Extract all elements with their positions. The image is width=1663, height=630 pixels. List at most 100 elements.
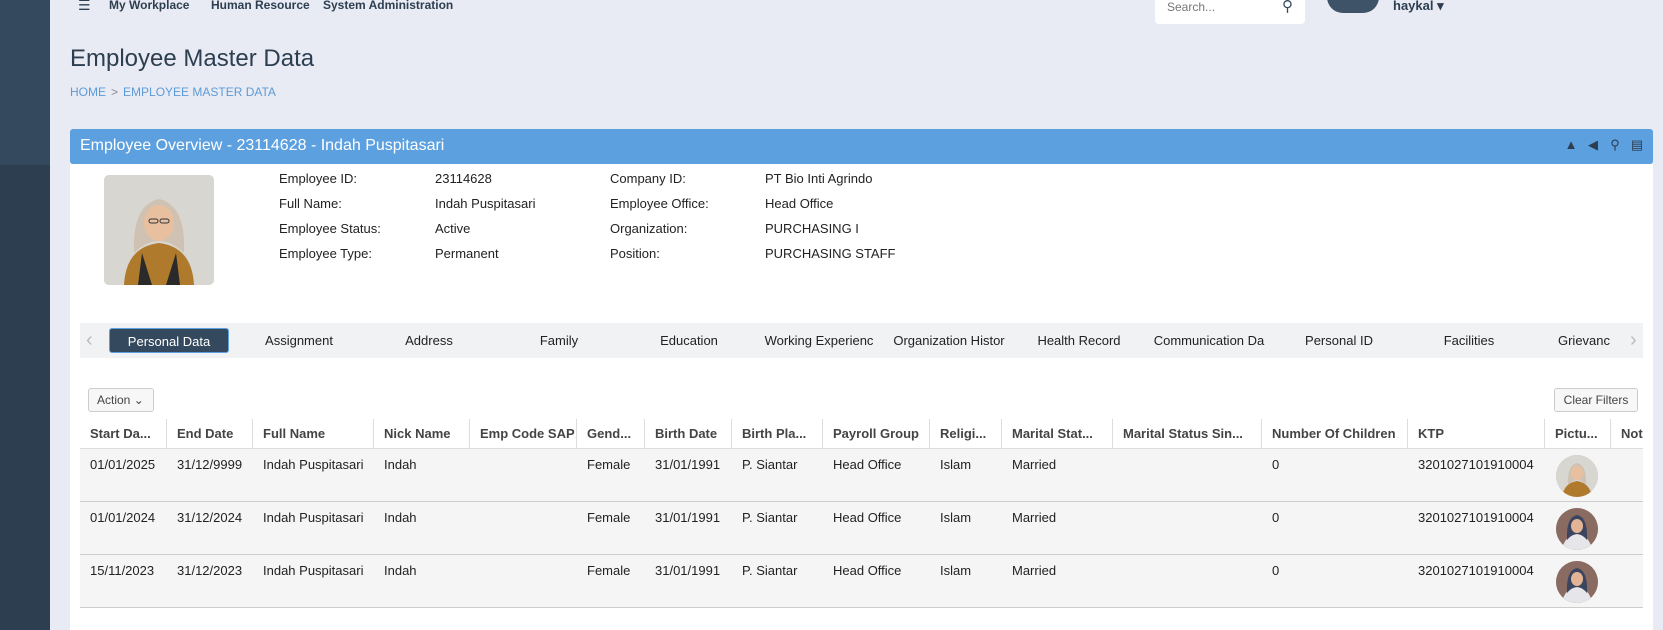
cell-end-date: 31/12/9999 [177, 457, 243, 472]
cell-religion: Islam [940, 510, 972, 525]
grid-header: Start Da... End Date Full Name Nick Name… [80, 419, 1643, 449]
top-nav: ☰ My Workplace Human Resource System Adm… [50, 0, 1663, 24]
tab-personal-data[interactable]: Personal Data [109, 328, 229, 353]
table-row[interactable]: 01/01/2025 31/12/9999 Indah Puspitasari … [80, 449, 1643, 502]
col-birth-date[interactable]: Birth Date [645, 419, 732, 449]
breadcrumb-home[interactable]: HOME [70, 85, 106, 99]
nav-system-administration[interactable]: System Administration [323, 0, 453, 12]
picture-thumbnail[interactable] [1556, 455, 1598, 497]
col-full-name[interactable]: Full Name [253, 419, 374, 449]
cell-ktp: 3201027101910004 [1418, 457, 1534, 472]
employee-status-label: Employee Status: [279, 221, 381, 236]
cell-birth-place: P. Siantar [742, 457, 798, 472]
tab-family[interactable]: Family [499, 328, 619, 353]
thumbnail-portrait [1556, 561, 1598, 603]
cell-number-of-children: 0 [1272, 510, 1280, 525]
cell-marital-status: Married [1012, 510, 1057, 525]
col-start-date[interactable]: Start Da... [80, 419, 167, 449]
picture-thumbnail[interactable] [1556, 561, 1598, 603]
col-ktp[interactable]: KTP [1408, 419, 1545, 449]
tabs-next-arrow-icon[interactable]: › [1630, 328, 1637, 352]
col-religion[interactable]: Religi... [930, 419, 1002, 449]
cell-birth-date: 31/01/1991 [655, 457, 721, 472]
tab-assignment[interactable]: Assignment [239, 328, 359, 353]
cell-birth-place: P. Siantar [742, 563, 798, 578]
cell-payroll-group: Head Office [833, 510, 902, 525]
table-row[interactable]: 15/11/2023 31/12/2023 Indah Puspitasari … [80, 555, 1643, 608]
panel-title: Employee Overview - 23114628 - Indah Pus… [80, 137, 445, 154]
table-row[interactable]: 01/01/2024 31/12/2024 Indah Puspitasari … [80, 502, 1643, 555]
organization-label: Organization: [610, 221, 688, 236]
cell-birth-date: 31/01/1991 [655, 563, 721, 578]
collapse-icon[interactable]: ▲ [1563, 136, 1579, 154]
tab-grievance[interactable]: Grievanc [1539, 328, 1629, 353]
cell-ktp: 3201027101910004 [1418, 510, 1534, 525]
clear-filters-button[interactable]: Clear Filters [1554, 388, 1638, 412]
tab-personal-id[interactable]: Personal ID [1279, 328, 1399, 353]
col-gender[interactable]: Gend... [577, 419, 645, 449]
user-avatar[interactable] [1327, 0, 1379, 13]
cell-marital-status: Married [1012, 457, 1057, 472]
col-payroll-group[interactable]: Payroll Group [823, 419, 930, 449]
col-marital-status[interactable]: Marital Stat... [1002, 419, 1113, 449]
tab-facilities[interactable]: Facilities [1409, 328, 1529, 353]
back-icon[interactable]: ◀ [1585, 136, 1601, 154]
user-name: haykal [1393, 0, 1434, 13]
action-label: Action [97, 393, 131, 407]
tab-communication-data[interactable]: Communication Da [1149, 328, 1269, 353]
cell-nick-name: Indah [384, 563, 417, 578]
cell-end-date: 31/12/2023 [177, 563, 243, 578]
tab-organization-history[interactable]: Organization Histor [889, 328, 1009, 353]
employee-office-value: Head Office [765, 196, 834, 211]
search-icon[interactable]: ⚲ [1282, 0, 1293, 15]
organization-value: PURCHASING I [765, 221, 859, 236]
tab-health-record[interactable]: Health Record [1019, 328, 1139, 353]
col-nick-name[interactable]: Nick Name [374, 419, 470, 449]
tab-working-experience[interactable]: Working Experienc [759, 328, 879, 353]
company-id-label: Company ID: [610, 171, 686, 186]
panel-body: Employee ID: 23114628 Full Name: Indah P… [70, 164, 1653, 630]
search-icon[interactable]: ⚲ [1607, 136, 1623, 154]
cell-gender: Female [587, 510, 631, 525]
breadcrumb-current[interactable]: EMPLOYEE MASTER DATA [123, 85, 276, 99]
col-number-of-children[interactable]: Number Of Children [1262, 419, 1408, 449]
employee-overview-header: Employee Overview - 23114628 - Indah Pus… [70, 129, 1653, 164]
tab-education[interactable]: Education [629, 328, 749, 353]
sidebar-upper [0, 0, 50, 165]
col-picture[interactable]: Pictu... [1545, 419, 1611, 449]
search-input[interactable]: Search... ⚲ [1155, 0, 1305, 24]
personal-data-grid: Start Da... End Date Full Name Nick Name… [80, 419, 1643, 609]
cell-birth-date: 31/01/1991 [655, 510, 721, 525]
cell-gender: Female [587, 563, 631, 578]
user-menu[interactable]: haykal ▾ [1393, 0, 1444, 14]
employee-photo-portrait [104, 175, 214, 285]
cell-start-date: 01/01/2025 [90, 457, 156, 472]
col-notes[interactable]: Not [1611, 419, 1643, 449]
cell-marital-status: Married [1012, 563, 1057, 578]
employee-id-value: 23114628 [435, 171, 492, 186]
picture-thumbnail[interactable] [1556, 508, 1598, 550]
cell-full-name: Indah Puspitasari [263, 457, 364, 472]
tabs-prev-arrow-icon[interactable]: ‹ [86, 328, 93, 352]
col-birth-place[interactable]: Birth Pla... [732, 419, 823, 449]
cell-payroll-group: Head Office [833, 563, 902, 578]
tab-address[interactable]: Address [369, 328, 489, 353]
col-emp-code-sap[interactable]: Emp Code SAP [470, 419, 577, 449]
chevron-down-icon: ⌄ [133, 393, 144, 407]
cell-number-of-children: 0 [1272, 457, 1280, 472]
cell-end-date: 31/12/2024 [177, 510, 243, 525]
position-value: PURCHASING STAFF [765, 246, 896, 261]
document-icon[interactable]: ▤ [1629, 136, 1645, 154]
employee-id-label: Employee ID: [279, 171, 358, 186]
company-id-value: PT Bio Inti Agrindo [765, 171, 873, 186]
nav-my-workplace[interactable]: My Workplace [109, 0, 189, 12]
hamburger-menu-icon[interactable]: ☰ [78, 0, 91, 12]
full-name-label: Full Name: [279, 196, 342, 211]
employee-office-label: Employee Office: [610, 196, 709, 211]
action-dropdown[interactable]: Action ⌄ [88, 388, 154, 412]
col-marital-status-since[interactable]: Marital Status Sin... [1113, 419, 1262, 449]
col-end-date[interactable]: End Date [167, 419, 253, 449]
sidebar [0, 0, 50, 630]
nav-human-resource[interactable]: Human Resource [211, 0, 310, 12]
position-label: Position: [610, 246, 660, 261]
